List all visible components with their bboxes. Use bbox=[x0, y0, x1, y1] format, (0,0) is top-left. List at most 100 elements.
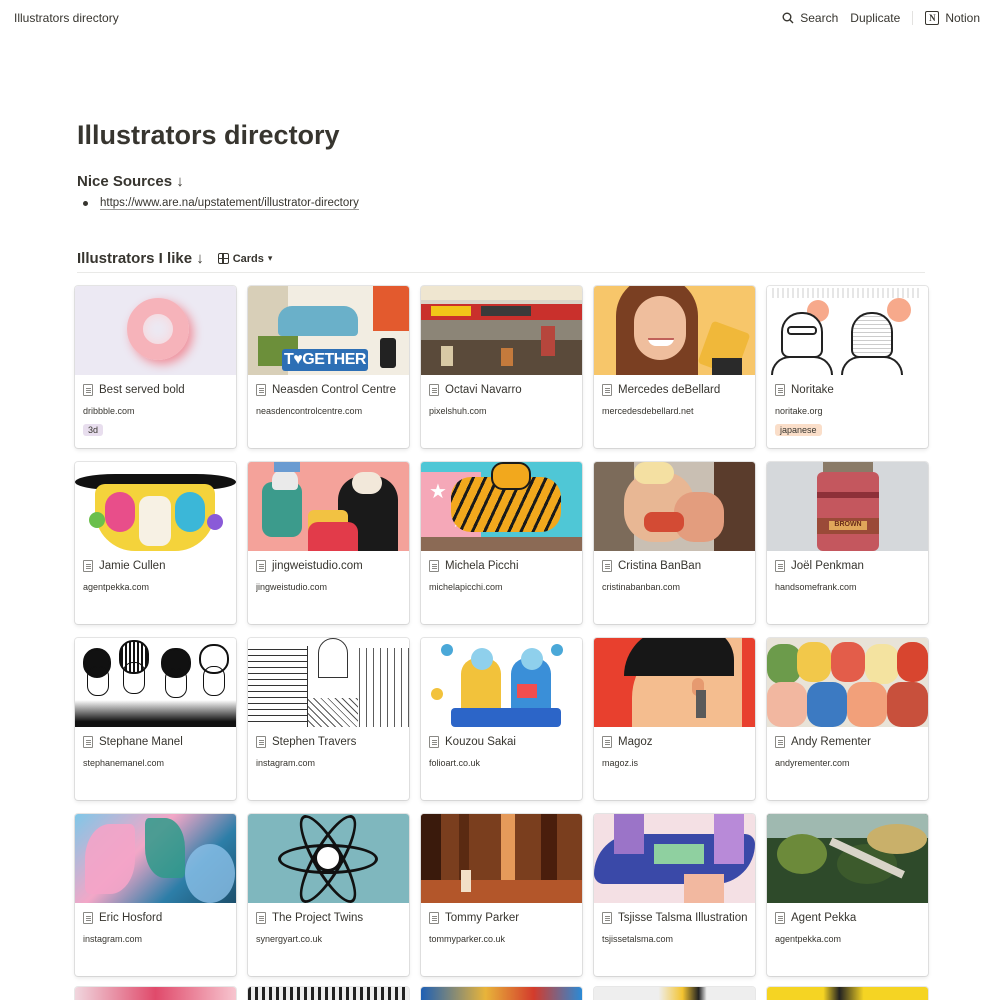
card-cover-partial[interactable] bbox=[767, 987, 928, 1000]
gallery-card[interactable]: The Project Twins synergyart.co.uk bbox=[248, 814, 409, 976]
card-title-text: Mercedes deBellard bbox=[618, 384, 721, 396]
card-body: Mercedes deBellard mercedesdebellard.net bbox=[594, 375, 755, 416]
gallery-card[interactable]: Eric Hosford instagram.com bbox=[75, 814, 236, 976]
gallery-card[interactable]: Kouzou Sakai folioart.co.uk bbox=[421, 638, 582, 800]
card-url[interactable]: instagram.com bbox=[256, 758, 401, 768]
card-url[interactable]: cristinabanban.com bbox=[602, 582, 747, 592]
gallery-grid: Best served bold dribbble.com 3d T♥GETHER … bbox=[75, 286, 928, 976]
card-url[interactable]: tsjissetalsma.com bbox=[602, 934, 747, 944]
card-url[interactable]: synergyart.co.uk bbox=[256, 934, 401, 944]
card-body: Jamie Cullen agentpekka.com bbox=[75, 551, 236, 592]
gallery-card[interactable]: ★ ★ Michela Picchi michelapicchi.com bbox=[421, 462, 582, 624]
card-cover-partial[interactable] bbox=[421, 987, 582, 1000]
gallery-card[interactable]: Andy Rementer andyrementer.com bbox=[767, 638, 928, 800]
breadcrumb[interactable]: Illustrators directory bbox=[14, 11, 119, 25]
card-body: Octavi Navarro pixelshuh.com bbox=[421, 375, 582, 416]
card-title: Noritake bbox=[775, 382, 920, 398]
card-title-text: Cristina BanBan bbox=[618, 560, 702, 572]
card-title: Kouzou Sakai bbox=[429, 734, 574, 750]
search-icon bbox=[782, 12, 794, 24]
card-url[interactable]: magoz.is bbox=[602, 758, 747, 768]
card-title: Michela Picchi bbox=[429, 558, 574, 574]
card-url[interactable]: tommyparker.co.uk bbox=[429, 934, 574, 944]
card-title: Tsjisse Talsma Illustration bbox=[602, 910, 747, 926]
card-url[interactable]: pixelshuh.com bbox=[429, 406, 574, 416]
page-icon bbox=[256, 384, 266, 396]
card-url[interactable]: michelapicchi.com bbox=[429, 582, 574, 592]
card-url[interactable]: neasdencontrolcentre.com bbox=[256, 406, 401, 416]
view-switcher[interactable]: Cards ▾ bbox=[214, 251, 277, 267]
topbar: Illustrators directory Search Duplicate … bbox=[0, 0, 1000, 36]
card-url[interactable]: mercedesdebellard.net bbox=[602, 406, 747, 416]
card-body: Best served bold dribbble.com 3d bbox=[75, 375, 236, 438]
card-title: Mercedes deBellard bbox=[602, 382, 747, 398]
view-label: Cards bbox=[232, 252, 264, 265]
notion-button[interactable]: N Notion bbox=[919, 7, 986, 29]
page-icon bbox=[775, 384, 785, 396]
card-title-text: Andy Rementer bbox=[791, 736, 871, 748]
gallery-card[interactable]: Mercedes deBellard mercedesdebellard.net bbox=[594, 286, 755, 448]
duplicate-button[interactable]: Duplicate bbox=[844, 7, 906, 29]
card-cover-partial[interactable] bbox=[594, 987, 755, 1000]
page-icon bbox=[602, 736, 612, 748]
search-button[interactable]: Search bbox=[776, 7, 844, 29]
card-title-text: Joël Penkman bbox=[791, 560, 864, 572]
card-body: Stephen Travers instagram.com bbox=[248, 727, 409, 768]
duplicate-label: Duplicate bbox=[850, 11, 901, 25]
page-icon bbox=[602, 560, 612, 572]
card-url[interactable]: folioart.co.uk bbox=[429, 758, 574, 768]
gallery-card[interactable]: Noritake noritake.org japanese bbox=[767, 286, 928, 448]
page-icon bbox=[83, 384, 93, 396]
gallery-card[interactable]: Tommy Parker tommyparker.co.uk bbox=[421, 814, 582, 976]
card-title: Jamie Cullen bbox=[83, 558, 228, 574]
gallery-card[interactable]: Stephane Manel stephanemanel.com bbox=[75, 638, 236, 800]
source-link[interactable]: https://www.are.na/upstatement/illustrat… bbox=[100, 197, 359, 210]
database-header: Illustrators I like ↓ Cards ▾ bbox=[77, 245, 925, 273]
gallery-card[interactable]: jingweistudio.com jingweistudio.com bbox=[248, 462, 409, 624]
card-body: Joël Penkman handsomefrank.com bbox=[767, 551, 928, 592]
card-body: Neasden Control Centre neasdencontrolcent… bbox=[248, 375, 409, 416]
card-title-text: Octavi Navarro bbox=[445, 384, 522, 396]
card-url[interactable]: agentpekka.com bbox=[775, 934, 920, 944]
card-body: The Project Twins synergyart.co.uk bbox=[248, 903, 409, 944]
gallery-card[interactable]: Stephen Travers instagram.com bbox=[248, 638, 409, 800]
card-url[interactable]: agentpekka.com bbox=[83, 582, 228, 592]
card-body: Tsjisse Talsma Illustration tsjissetalsma… bbox=[594, 903, 755, 944]
card-body: Agent Pekka agentpekka.com bbox=[767, 903, 928, 944]
card-body: Tommy Parker tommyparker.co.uk bbox=[421, 903, 582, 944]
card-cover-partial[interactable] bbox=[248, 987, 409, 1000]
card-url[interactable]: dribbble.com bbox=[83, 406, 228, 416]
divider bbox=[912, 11, 914, 25]
card-title-text: Jamie Cullen bbox=[99, 560, 166, 572]
card-url[interactable]: handsomefrank.com bbox=[775, 582, 920, 592]
gallery-card[interactable]: BROWN Joël Penkman handsomefrank.com bbox=[767, 462, 928, 624]
card-cover-image bbox=[421, 638, 582, 727]
card-url[interactable]: jingweistudio.com bbox=[256, 582, 401, 592]
gallery-card[interactable]: Agent Pekka agentpekka.com bbox=[767, 814, 928, 976]
bullet-dot bbox=[83, 201, 88, 206]
card-url[interactable]: noritake.org bbox=[775, 406, 920, 416]
card-url[interactable]: instagram.com bbox=[83, 934, 228, 944]
card-url[interactable]: stephanemanel.com bbox=[83, 758, 228, 768]
gallery-icon bbox=[217, 253, 229, 264]
card-title-text: The Project Twins bbox=[272, 912, 364, 924]
topbar-actions: Search Duplicate N Notion bbox=[776, 7, 986, 29]
card-cover-partial[interactable] bbox=[75, 987, 236, 1000]
gallery-card[interactable]: Magoz magoz.is bbox=[594, 638, 755, 800]
page-icon bbox=[83, 736, 93, 748]
card-title: Eric Hosford bbox=[83, 910, 228, 926]
gallery-card[interactable]: Octavi Navarro pixelshuh.com bbox=[421, 286, 582, 448]
card-title: Tommy Parker bbox=[429, 910, 574, 926]
gallery-card[interactable]: Cristina BanBan cristinabanban.com bbox=[594, 462, 755, 624]
gallery-card[interactable]: Jamie Cullen agentpekka.com bbox=[75, 462, 236, 624]
page-icon bbox=[429, 912, 439, 924]
gallery-card[interactable]: Tsjisse Talsma Illustration tsjissetalsma… bbox=[594, 814, 755, 976]
card-cover-image bbox=[594, 462, 755, 551]
card-url[interactable]: andyrementer.com bbox=[775, 758, 920, 768]
card-title: Best served bold bbox=[83, 382, 228, 398]
card-cover-image bbox=[75, 638, 236, 727]
gallery-card[interactable]: T♥GETHER Neasden Control Centre neasdenco… bbox=[248, 286, 409, 448]
gallery-card[interactable]: Best served bold dribbble.com 3d bbox=[75, 286, 236, 448]
page-icon bbox=[429, 384, 439, 396]
card-body: Magoz magoz.is bbox=[594, 727, 755, 768]
